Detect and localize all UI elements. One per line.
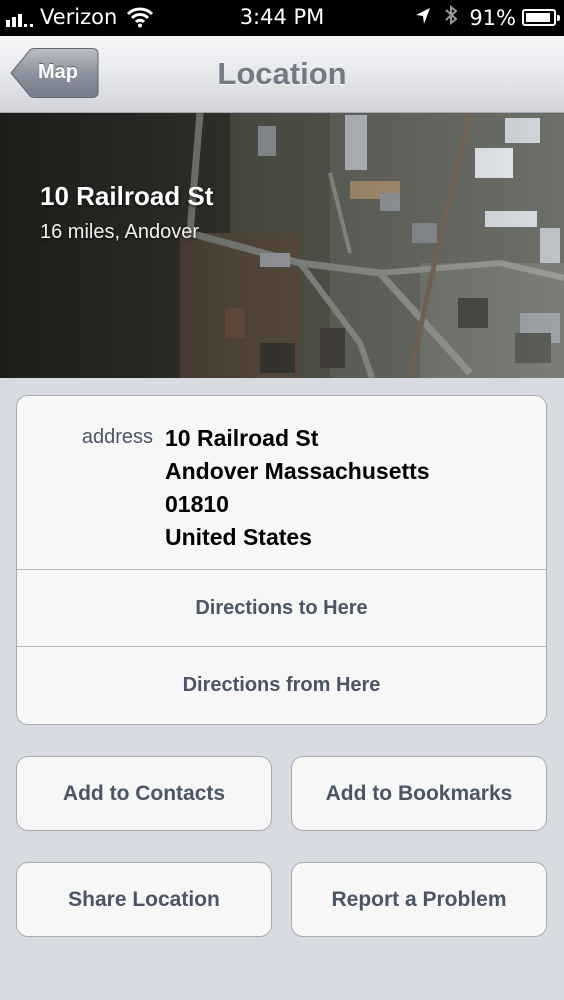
location-arrow-icon: [415, 6, 431, 30]
address-line: 10 Railroad St: [165, 425, 319, 451]
add-to-contacts-button[interactable]: Add to Contacts: [16, 756, 272, 831]
battery-percent: 91%: [469, 5, 516, 30]
address-line: 01810: [165, 491, 229, 517]
navigation-bar: Map Location: [0, 36, 564, 113]
directions-from-here-button[interactable]: Directions from Here: [17, 647, 546, 724]
bluetooth-icon: [445, 4, 458, 30]
place-distance: 16 miles, Andover: [40, 221, 199, 243]
satellite-map-preview[interactable]: 10 Railroad St 16 miles, Andover: [0, 113, 564, 378]
report-problem-button[interactable]: Report a Problem: [291, 862, 547, 937]
place-name: 10 Railroad St: [40, 181, 214, 211]
status-bar: Verizon 3:44 PM 91%: [0, 0, 564, 36]
location-details-group: address 10 Railroad St Andover Massachus…: [16, 395, 547, 725]
directions-to-here-button[interactable]: Directions to Here: [17, 570, 546, 647]
address-cell[interactable]: address 10 Railroad St Andover Massachus…: [17, 396, 546, 570]
address-line: Andover Massachusetts: [165, 458, 430, 484]
address-line: United States: [165, 524, 312, 550]
share-location-button[interactable]: Share Location: [16, 862, 272, 937]
address-value: 10 Railroad St Andover Massachusetts 018…: [165, 422, 430, 554]
address-label: address: [81, 426, 153, 448]
battery-icon: [522, 9, 560, 26]
page-title: Location: [217, 56, 347, 91]
satellite-image: [0, 113, 564, 378]
add-to-bookmarks-button[interactable]: Add to Bookmarks: [291, 756, 547, 831]
